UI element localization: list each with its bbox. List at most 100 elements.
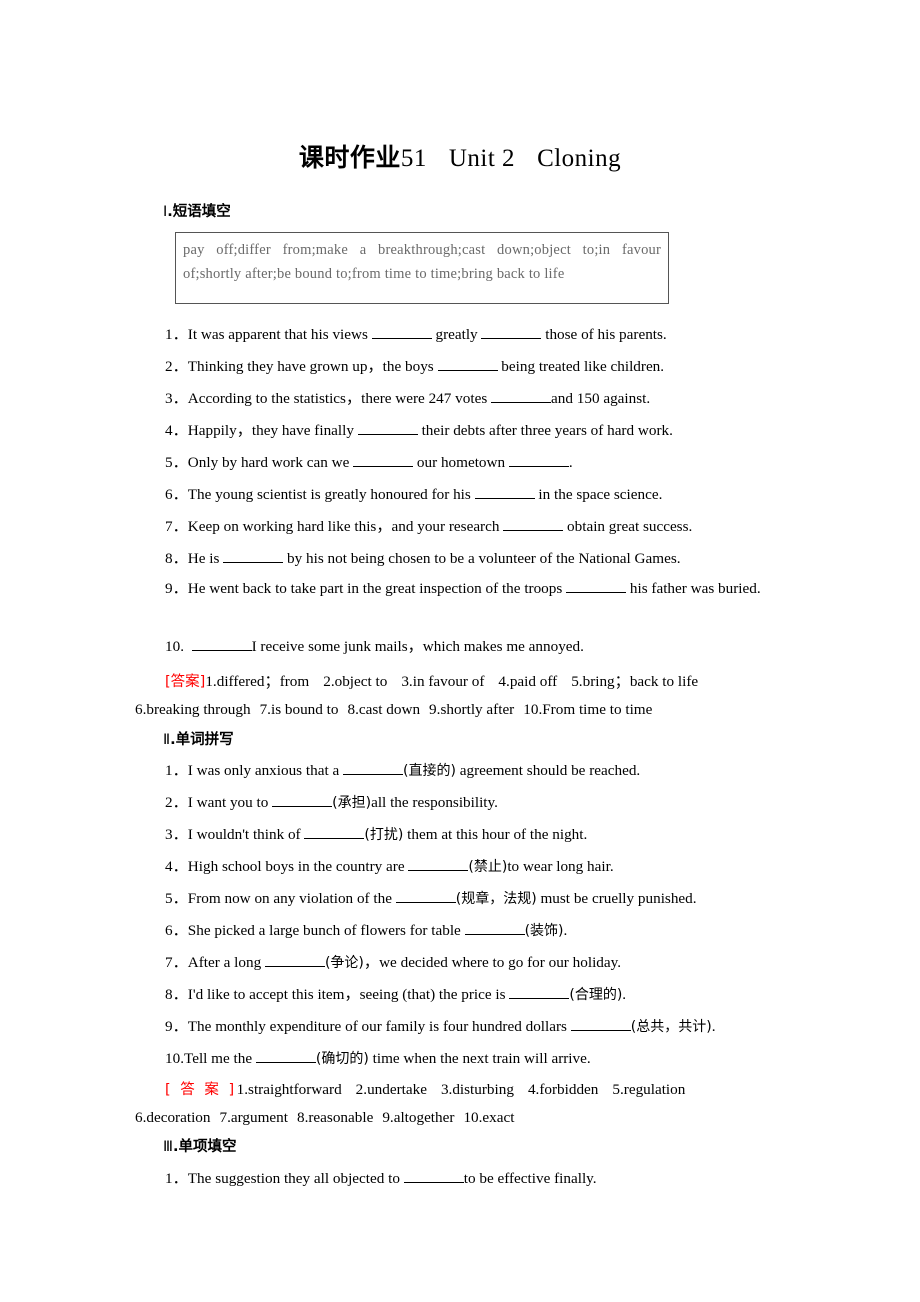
question-number: 9． <box>165 1018 188 1035</box>
page-title-topic: Cloning <box>537 145 622 172</box>
question-2-2: 2．I want you to (承担)all the responsibili… <box>135 793 790 813</box>
answer-item: 8.reasonable <box>296 1109 374 1126</box>
question-hint: (规章，法规) <box>455 891 537 907</box>
question-2-6: 6．She picked a large bunch of flowers fo… <box>135 921 790 941</box>
answer-blank[interactable] <box>255 1049 316 1063</box>
question-number: 2． <box>165 358 188 375</box>
answer-item: 4.forbidden <box>527 1081 599 1098</box>
question-hint: (承担) <box>332 795 372 811</box>
section-2-label: .单词拼写 <box>170 732 234 748</box>
answer-item: 2.object to <box>323 673 388 690</box>
question-text: those of his parents. <box>541 326 667 343</box>
question-text: I wouldn't think of <box>187 826 305 843</box>
answer-blank[interactable] <box>481 325 542 339</box>
answer-item: 5.regulation <box>612 1081 686 1098</box>
answer-blank[interactable] <box>272 793 333 807</box>
question-number: 9． <box>165 580 188 597</box>
question-text: his father was buried. <box>626 580 761 597</box>
answer-blank[interactable] <box>191 637 252 651</box>
page-title-cn: 课时作业 <box>298 143 401 172</box>
question-1-9: 9．He went back to take part in the great… <box>135 573 790 604</box>
question-text: The suggestion they all objected to <box>187 1170 404 1187</box>
answer-blank[interactable] <box>353 453 414 467</box>
question-number: 2． <box>165 794 188 811</box>
answer-blank[interactable] <box>570 1017 631 1031</box>
answer-item: 9.shortly after <box>429 701 515 718</box>
answer-item: 10.exact <box>463 1109 515 1126</box>
answer-blank[interactable] <box>464 921 525 935</box>
question-text: to wear long hair. <box>507 858 614 875</box>
answer-blank[interactable] <box>395 889 456 903</box>
section-1-label: .短语填空 <box>167 204 231 220</box>
question-hint: (打扰) <box>364 827 404 843</box>
section-header-2: Ⅱ.单词拼写 <box>163 728 234 749</box>
section-header-3: Ⅲ.单项填空 <box>163 1135 237 1156</box>
question-text: in the space science. <box>534 486 663 503</box>
answer-blank[interactable] <box>264 953 325 967</box>
question-text: . <box>563 922 568 939</box>
answer-blank[interactable] <box>371 325 432 339</box>
answer-blank[interactable] <box>503 517 564 531</box>
question-2-9: 9．The monthly expenditure of our family … <box>135 1017 790 1037</box>
question-number: 5． <box>165 890 188 907</box>
question-number: 3． <box>165 826 188 843</box>
question-1-6: 6．The young scientist is greatly honoure… <box>135 485 790 505</box>
question-hint: (禁止) <box>468 859 508 875</box>
question-text: . <box>568 454 573 471</box>
question-text: our hometown <box>413 454 509 471</box>
question-number: 5． <box>165 454 188 471</box>
answer-blank[interactable] <box>508 453 569 467</box>
question-1-5: 5．Only by hard work can we our hometown … <box>135 453 790 473</box>
answer-blank[interactable] <box>223 549 284 563</box>
answer-blank[interactable] <box>509 985 570 999</box>
question-3-1: 1．The suggestion they all objected to to… <box>135 1169 790 1189</box>
answer-blank[interactable] <box>343 761 404 775</box>
question-text: by his not being chosen to be a voluntee… <box>283 550 681 567</box>
question-2-4: 4．High school boys in the country are (禁… <box>135 857 790 877</box>
question-text: According to the statistics，there were 2… <box>187 390 492 407</box>
answer-blank[interactable] <box>304 825 365 839</box>
question-hint: (直接的) <box>403 763 456 779</box>
question-text: ，we decided where to go for our holiday. <box>363 954 622 971</box>
answer-item: 3.in favour of <box>401 673 485 690</box>
answer-blank[interactable] <box>566 579 627 593</box>
answer-item: 8.cast down <box>347 701 421 718</box>
question-2-3: 3．I wouldn't think of (打扰) them at this … <box>135 825 790 845</box>
question-text: Tell me the <box>183 1050 256 1067</box>
answer-label: [答案] <box>165 674 206 690</box>
question-1-7: 7．Keep on working hard like this，and you… <box>135 517 790 537</box>
answer-key-2: [ 答 案 ]1.straightforward 2.undertake 3.dis… <box>135 1076 790 1132</box>
question-number: 10. <box>165 1050 184 1067</box>
question-text: their debts after three years of hard wo… <box>417 422 673 439</box>
answer-blank[interactable] <box>491 389 552 403</box>
section-3-roman: Ⅲ <box>163 1139 173 1155</box>
answer-item: 6.decoration <box>135 1109 211 1126</box>
page-title: 课时作业51 Unit 2 Cloning <box>0 138 920 174</box>
question-text: Happily，they have finally <box>187 422 358 439</box>
question-number: 8． <box>165 986 188 1003</box>
answer-blank[interactable] <box>474 485 535 499</box>
question-1-3: 3．According to the statistics，there were… <box>135 389 790 409</box>
question-text: The young scientist is greatly honoured … <box>187 486 475 503</box>
question-text: After a long <box>187 954 265 971</box>
question-number: 8． <box>165 550 188 567</box>
question-text: He is <box>187 550 224 567</box>
question-2-10: 10.Tell me the (确切的) time when the next … <box>135 1049 790 1069</box>
answer-blank[interactable] <box>403 1169 464 1183</box>
question-number: 6． <box>165 922 188 939</box>
answer-item: 1.straightforward <box>236 1081 342 1098</box>
answer-item: 2.undertake <box>355 1081 427 1098</box>
question-text: Keep on working hard like this，and your … <box>187 518 504 535</box>
question-hint: (装饰) <box>524 923 564 939</box>
answer-blank[interactable] <box>437 357 498 371</box>
question-number: 7． <box>165 954 188 971</box>
question-hint: (确切的) <box>315 1051 369 1067</box>
question-text: all the responsibility. <box>371 794 498 811</box>
question-text: Thinking they have grown up，the boys <box>187 358 438 375</box>
answer-blank[interactable] <box>408 857 469 871</box>
question-1-1: 1．It was apparent that his views greatly… <box>135 325 790 345</box>
answer-item: 3.disturbing <box>440 1081 514 1098</box>
answer-item: 5.bring；back to life <box>571 673 699 690</box>
question-text: greatly <box>431 326 482 343</box>
answer-blank[interactable] <box>357 421 418 435</box>
